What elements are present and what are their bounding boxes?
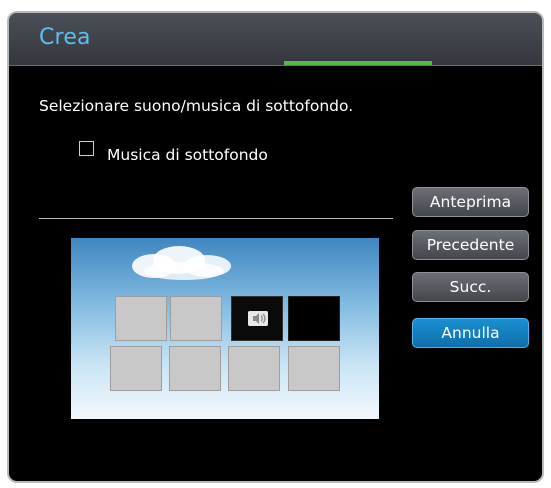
preview-tile[interactable] xyxy=(288,346,340,391)
create-dialog: Crea Selezionare suono/musica di sottofo… xyxy=(7,11,544,483)
background-music-checkbox[interactable] xyxy=(79,141,94,156)
preview-tile[interactable] xyxy=(169,346,221,391)
preview-tile-empty[interactable] xyxy=(288,296,340,341)
speaker-icon xyxy=(248,311,268,326)
cancel-button[interactable]: Annulla xyxy=(412,318,529,348)
preview-tile[interactable] xyxy=(170,296,222,341)
divider xyxy=(39,218,393,219)
step-progress-indicator xyxy=(284,61,432,65)
instruction-text: Selezionare suono/musica di sottofondo. xyxy=(39,97,354,115)
cloud-graphic xyxy=(132,246,231,280)
preview-tile[interactable] xyxy=(110,346,162,391)
preview-tile[interactable] xyxy=(115,296,167,341)
title-bar: Crea xyxy=(9,13,542,66)
background-music-label[interactable]: Musica di sottofondo xyxy=(107,146,268,164)
next-button[interactable]: Succ. xyxy=(412,272,529,302)
previous-button[interactable]: Precedente xyxy=(412,230,529,260)
preview-button[interactable]: Anteprima xyxy=(412,187,529,217)
preview-tile-sound[interactable] xyxy=(231,296,283,341)
preview-area xyxy=(71,238,379,419)
preview-tile[interactable] xyxy=(228,346,280,391)
dialog-title: Crea xyxy=(39,25,91,50)
